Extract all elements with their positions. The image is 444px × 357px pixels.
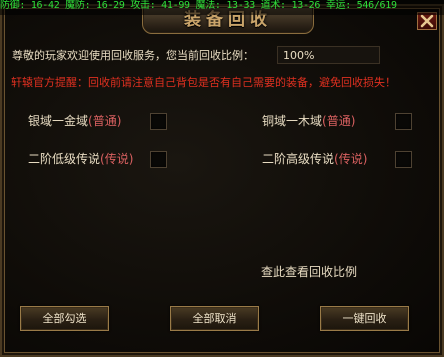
option-label-high-legend: 二阶高级传说(传说): [262, 151, 367, 167]
checkbox-copper-wood[interactable]: [395, 113, 412, 130]
checkbox-high-legend[interactable]: [395, 151, 412, 168]
official-warning: 轩辕官方提醒：回收前请注意自己背包是否有自己需要的装备，避免回收损失！: [11, 76, 396, 89]
checkbox-low-legend[interactable]: [150, 151, 167, 168]
recycle-window: 装备回收 尊敬的玩家欢迎使用回收服务，您当前回收比例： 100% 轩辕官方提醒：…: [0, 4, 444, 357]
option-name: 铜域一木域: [262, 114, 323, 128]
option-tag: (传说): [100, 152, 134, 166]
option-label-low-legend: 二阶低级传说(传说): [28, 151, 133, 167]
recycle-rate-label: 尊敬的玩家欢迎使用回收服务，您当前回收比例：: [12, 49, 254, 62]
option-label-copper-wood: 铜域一木域(普通): [262, 113, 355, 129]
option-tag: (传说): [334, 152, 368, 166]
select-all-button[interactable]: 全部勾选: [20, 306, 109, 331]
close-icon: [420, 14, 434, 28]
one-click-recycle-button[interactable]: 一键回收: [320, 306, 409, 331]
cancel-all-button[interactable]: 全部取消: [170, 306, 259, 331]
character-stats-bar: 防御: 16-42 魔防: 16-29 攻击: 41-99 魔法: 13-33 …: [0, 0, 444, 15]
recycle-rate-value: 100%: [277, 46, 380, 64]
option-label-silver-gold: 银域一金域(普通): [28, 113, 121, 129]
checkbox-silver-gold[interactable]: [150, 113, 167, 130]
option-name: 银域一金域: [28, 114, 89, 128]
view-ratio-link[interactable]: 查此查看回收比例: [261, 264, 357, 280]
option-name: 二阶高级传说: [262, 152, 335, 166]
option-tag: (普通): [322, 114, 356, 128]
option-name: 二阶低级传说: [28, 152, 101, 166]
option-tag: (普通): [88, 114, 122, 128]
